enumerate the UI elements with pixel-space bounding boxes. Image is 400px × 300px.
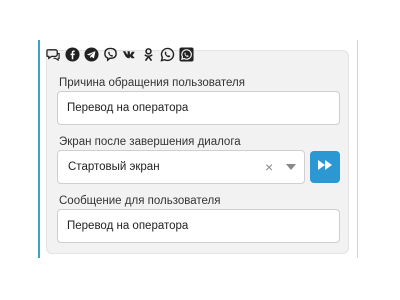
message-label: Сообщение для пользователя xyxy=(59,195,221,207)
panel-right-border xyxy=(357,40,358,258)
channel-icons xyxy=(46,45,194,63)
vk-icon[interactable] xyxy=(122,47,137,62)
dialog-end-settings: Причина обращения пользователя Перевод н… xyxy=(0,0,400,300)
screen-label: Экран после завершения диалога xyxy=(59,136,241,148)
chat-bubbles-icon[interactable] xyxy=(46,47,61,62)
screen-select-value: Стартовый экран xyxy=(68,161,160,173)
clear-icon[interactable]: × xyxy=(265,151,273,183)
viber-icon[interactable] xyxy=(103,47,118,62)
fast-forward-icon xyxy=(317,158,333,176)
message-input[interactable]: Перевод на оператора xyxy=(57,209,340,243)
reason-label: Причина обращения пользователя xyxy=(59,77,245,89)
fast-forward-button[interactable] xyxy=(310,151,340,183)
reason-input[interactable]: Перевод на оператора xyxy=(57,91,340,125)
screen-select[interactable]: Стартовый экран × xyxy=(57,150,305,184)
whatsapp-business-icon[interactable] xyxy=(179,46,194,62)
chevron-down-icon[interactable] xyxy=(286,164,296,170)
whatsapp-icon[interactable] xyxy=(160,47,175,62)
facebook-icon[interactable] xyxy=(65,46,80,62)
telegram-icon[interactable] xyxy=(84,46,99,62)
panel-left-border xyxy=(38,40,40,258)
odnoklassniki-icon[interactable] xyxy=(141,47,156,62)
